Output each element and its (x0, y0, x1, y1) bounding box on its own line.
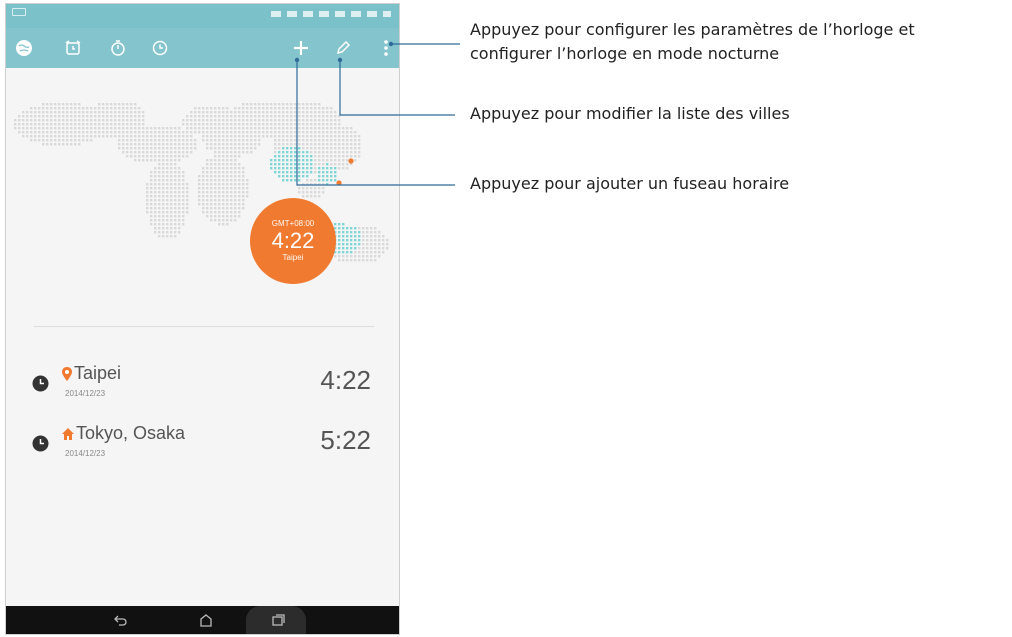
add-callout-dot (294, 57, 300, 63)
settings-callout-line1: Appuyez pour configurer les paramètres d… (470, 20, 915, 39)
settings-callout-text: Appuyez pour configurer les paramètres d… (470, 18, 915, 66)
edit-callout-line (339, 60, 455, 116)
settings-callout-dot (388, 41, 394, 47)
edit-callout-dot (337, 57, 343, 63)
settings-callout-line2: configurer l’horloge en mode nocturne (470, 44, 780, 63)
add-callout-line (296, 60, 455, 186)
add-callout-text: Appuyez pour ajouter un fuseau horaire (470, 174, 790, 193)
edit-callout-text: Appuyez pour modifier la liste des ville… (470, 104, 790, 123)
callout-lines (294, 41, 460, 186)
